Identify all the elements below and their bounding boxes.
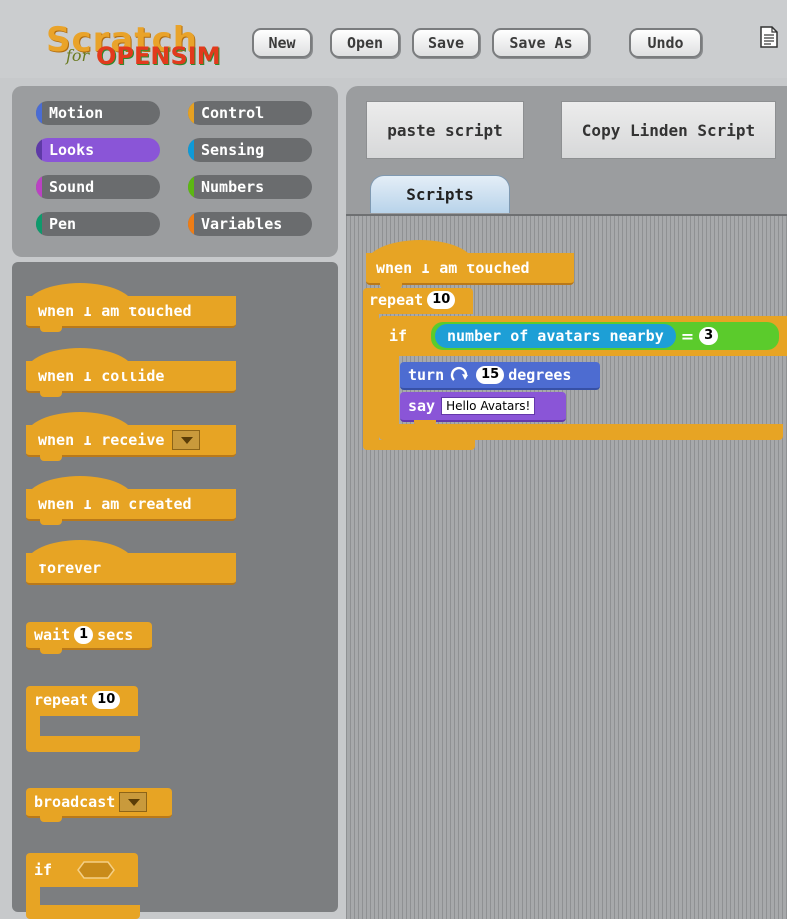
category-pen[interactable]: Pen (36, 212, 160, 236)
category-color-stripe (188, 138, 194, 162)
category-label: Control (201, 104, 265, 122)
reporter-label: number of avatars nearby (447, 327, 664, 345)
c-block-arm (26, 887, 40, 905)
equals-operator-block[interactable]: number of avatars nearby = 3 (431, 322, 779, 350)
category-color-stripe (36, 138, 42, 162)
block-label: forever (38, 559, 102, 577)
palette-block-when-receive[interactable]: when I receive (26, 412, 236, 461)
block-label: turn (408, 366, 445, 384)
palette-block-when-touched[interactable]: when I am touched (26, 283, 236, 332)
block-label: when I collide (38, 367, 165, 385)
sensing-reporter-block[interactable]: number of avatars nearby (435, 324, 676, 348)
category-color-stripe (188, 212, 194, 236)
category-variables[interactable]: Variables (188, 212, 312, 236)
block-label: when I am touched (376, 259, 530, 277)
c-block-bottom (26, 905, 140, 919)
palette-block-repeat[interactable]: repeat 10 (26, 686, 142, 752)
copy-linden-script-button[interactable]: Copy Linden Script (561, 101, 776, 159)
paste-script-button[interactable]: paste script (366, 101, 524, 159)
block-label: degrees (508, 366, 572, 384)
turn-degrees-input[interactable]: 15 (476, 366, 505, 384)
repeat-count-input[interactable]: 10 (427, 291, 456, 309)
category-sound[interactable]: Sound (36, 175, 160, 199)
palette-block-forever[interactable]: forever (26, 540, 236, 585)
block-label: repeat (34, 691, 89, 709)
block-label: when I receive (38, 431, 165, 449)
block-label: say (408, 397, 436, 415)
block-label: when I am touched (38, 302, 192, 320)
category-label: Looks (49, 141, 95, 159)
palette-block-if[interactable]: if (26, 853, 142, 919)
category-looks[interactable]: Looks (36, 138, 160, 162)
category-color-stripe (188, 175, 194, 199)
palette-block-wait[interactable]: wait 1 secs (26, 622, 152, 654)
tab-scripts[interactable]: Scripts (370, 175, 510, 213)
undo-button[interactable]: Undo (629, 28, 702, 58)
if-header: if (389, 327, 407, 345)
equals-sign: = (680, 326, 695, 346)
palette-block-broadcast[interactable]: broadcast (26, 788, 172, 822)
save-as-button[interactable]: Save As (492, 28, 590, 58)
open-button[interactable]: Open (330, 28, 400, 58)
category-label: Sound (49, 178, 95, 196)
repeat-header: repeat 10 (369, 291, 459, 309)
block-label: broadcast (34, 793, 116, 811)
message-dropdown[interactable] (172, 430, 201, 450)
category-label: Sensing (201, 141, 265, 159)
c-block-bottom (26, 736, 140, 752)
block-label: repeat (369, 291, 424, 309)
repeat-header: repeat 10 (34, 691, 124, 709)
category-label: Numbers (201, 178, 265, 196)
c-block-arm (379, 356, 399, 424)
boolean-slot-icon[interactable] (76, 860, 116, 880)
category-motion[interactable]: Motion (36, 101, 160, 125)
say-text-input[interactable]: Hello Avatars! (441, 397, 536, 415)
script-block-when-touched[interactable]: when I am touched (366, 240, 574, 289)
category-color-stripe (188, 101, 194, 125)
block-label: wait (34, 626, 71, 644)
notes-icon[interactable] (760, 26, 778, 48)
c-block-bottom (379, 424, 783, 440)
category-color-stripe (36, 101, 42, 125)
category-label: Pen (49, 215, 77, 233)
block-label: if (389, 327, 408, 345)
repeat-count-input[interactable]: 10 (92, 691, 121, 709)
category-color-stripe (36, 212, 42, 236)
script-block-say[interactable]: say Hello Avatars! (400, 392, 566, 426)
rotate-clockwise-icon (450, 366, 469, 381)
scratch-for-opensim-logo: Scratch for OPENSIM (46, 20, 221, 70)
palette-block-when-created[interactable]: when I am created (26, 476, 236, 525)
new-button[interactable]: New (252, 28, 312, 58)
block-label: when I am created (38, 495, 192, 513)
category-numbers[interactable]: Numbers (188, 175, 312, 199)
category-label: Motion (49, 104, 104, 122)
block-label: secs (97, 626, 134, 644)
category-label: Variables (201, 215, 283, 233)
compare-value-input[interactable]: 3 (699, 327, 719, 345)
palette-block-when-collide[interactable]: when I collide (26, 348, 236, 397)
broadcast-dropdown[interactable] (119, 792, 148, 812)
block-label: if (34, 861, 53, 879)
script-block-turn[interactable]: turn 15 degrees (400, 362, 600, 390)
category-control[interactable]: Control (188, 101, 312, 125)
category-sensing[interactable]: Sensing (188, 138, 312, 162)
c-block-arm (26, 716, 40, 736)
wait-seconds-input[interactable]: 1 (74, 626, 94, 644)
c-block-arm (363, 314, 379, 440)
category-color-stripe (36, 175, 42, 199)
if-header: if (34, 861, 52, 879)
save-button[interactable]: Save (412, 28, 480, 58)
